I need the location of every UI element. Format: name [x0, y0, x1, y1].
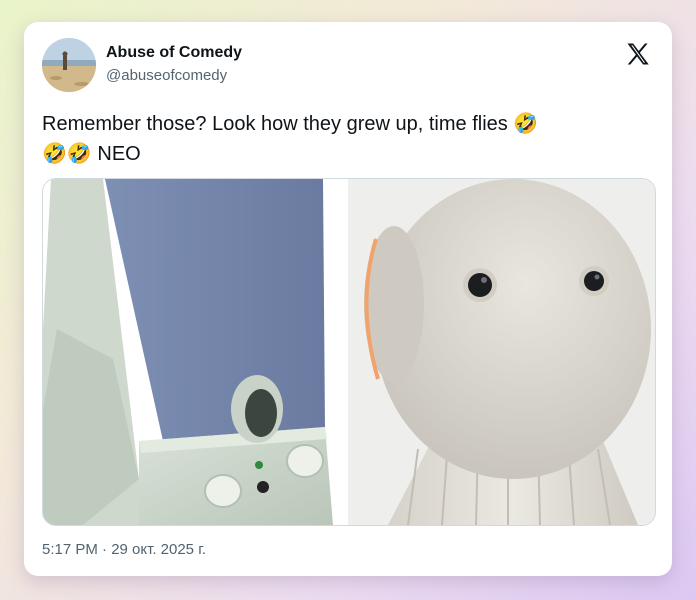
tweet-text-line2: NEO	[91, 143, 141, 165]
beach-avatar-image	[42, 38, 96, 92]
tweet-timestamp[interactable]: 5:17 PM · 29 окт. 2025 г.	[42, 541, 206, 558]
tweet-text-line1: Remember those? Look how they grew up, t…	[42, 113, 508, 135]
media-grid	[42, 178, 656, 526]
tweet-text: Remember those? Look how they grew up, t…	[42, 109, 642, 169]
author-name[interactable]: Abuse of Comedy	[106, 44, 242, 62]
rofl-emoji-icon: 🤣	[66, 143, 92, 165]
robot-head-illustration	[348, 179, 655, 525]
tweet-card: Abuse of Comedy @abuseofcomedy Remember …	[24, 22, 672, 576]
speaker-illustration	[43, 179, 345, 525]
rofl-emoji-icon: 🤣	[513, 113, 539, 135]
author-handle[interactable]: @abuseofcomedy	[106, 67, 227, 84]
desktop-speaker-photo[interactable]	[43, 179, 345, 525]
rofl-emoji-icon: 🤣	[42, 143, 67, 165]
robot-head-photo[interactable]	[348, 179, 655, 525]
avatar[interactable]	[42, 38, 96, 92]
x-logo-icon[interactable]	[624, 40, 652, 68]
